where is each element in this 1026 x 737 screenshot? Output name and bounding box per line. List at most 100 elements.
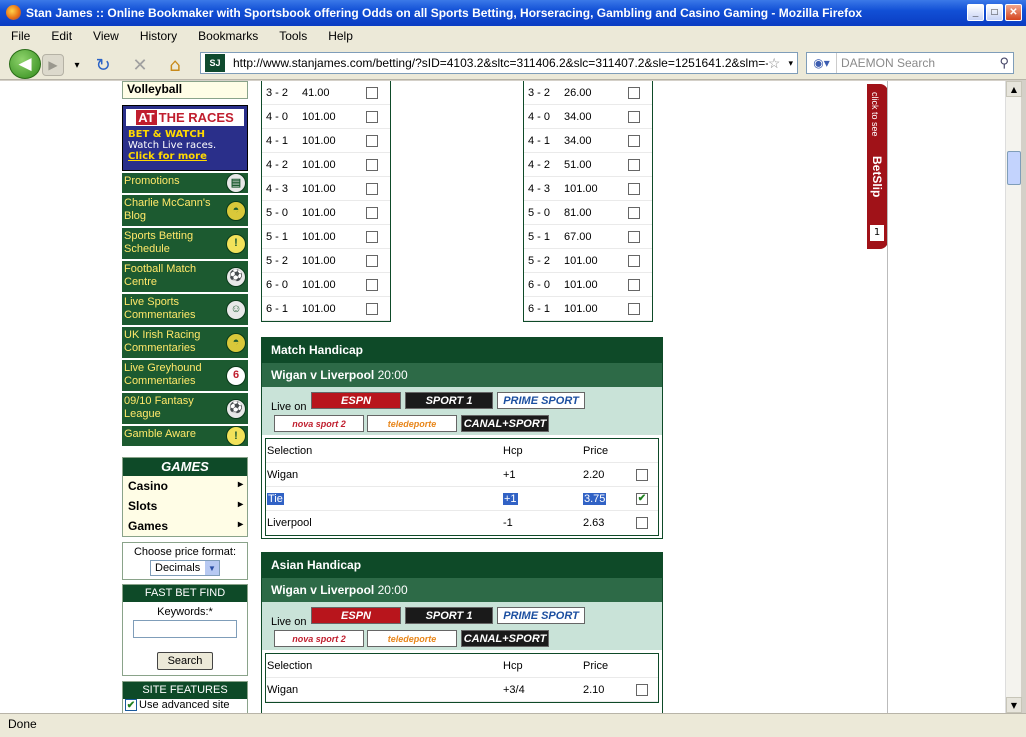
sport1-logo: SPORT 1: [405, 607, 493, 624]
sidebar-item-racing-commentaries[interactable]: UK Irish Racing Commentaries ◓: [122, 327, 248, 360]
url-bar[interactable]: SJ http://www.stanjames.com/betting/?sID…: [200, 52, 798, 74]
table-row: Wigan +3/4 2.10: [266, 678, 658, 702]
bet-checkbox[interactable]: [628, 158, 640, 171]
menu-history[interactable]: History: [129, 29, 187, 43]
score-row: 6 - 1 101.00: [262, 297, 390, 321]
reload-icon[interactable]: ↻: [92, 54, 114, 76]
bet-checkbox[interactable]: [628, 278, 640, 291]
live-on-channels: Live on ESPN SPORT 1 PRIME SPORT nova sp…: [262, 387, 662, 435]
left-sidebar: Volleyball AT THE RACES BET & WATCH Watch…: [122, 81, 248, 713]
bet-checkbox[interactable]: [366, 278, 378, 291]
menu-view[interactable]: View: [82, 29, 129, 43]
chevron-down-icon[interactable]: ▼: [205, 561, 219, 575]
match-header[interactable]: Wigan v Liverpool 20:00: [262, 363, 662, 387]
bet-checkbox[interactable]: [366, 158, 378, 171]
bet-checkbox[interactable]: [636, 468, 648, 481]
betslip-label: BetSlip: [870, 156, 884, 198]
sidebar-item-blog[interactable]: Charlie McCann's Blog ◓: [122, 195, 248, 228]
home-icon[interactable]: ⌂: [164, 54, 186, 76]
bet-checkbox[interactable]: [636, 517, 648, 529]
games-item-casino[interactable]: Casino: [123, 476, 247, 496]
score-row: 5 - 2 101.00: [524, 249, 652, 273]
search-box[interactable]: ◉▾ DAEMON Search ⚲: [806, 52, 1014, 74]
price-format-select[interactable]: Decimals ▼: [150, 560, 220, 576]
games-item-games[interactable]: Games: [123, 516, 247, 536]
canal-sport-logo: CANAL+SPORT: [461, 415, 549, 432]
navigation-toolbar: ◀ ▶ ▾ ↻ ✕ ⌂ SJ http://www.stanjames.com/…: [0, 46, 1026, 80]
history-dropdown-icon[interactable]: ▾: [66, 54, 88, 76]
asian-handicap-section: Asian Handicap Wigan v Liverpool 20:00 L…: [261, 552, 663, 713]
sidebar-item-volleyball[interactable]: Volleyball: [122, 81, 248, 99]
bet-checkbox[interactable]: [628, 206, 640, 219]
jockey-cap-icon: ◓: [226, 332, 246, 353]
site-features: SITE FEATURES ✔ Use advanced site: [122, 681, 248, 713]
menu-bookmarks[interactable]: Bookmarks: [187, 29, 268, 43]
score-row: 4 - 2 101.00: [262, 153, 390, 177]
url-dropdown-icon[interactable]: ▾: [788, 58, 793, 69]
bet-checkbox[interactable]: [366, 230, 378, 243]
bookmark-star-icon[interactable]: ☆: [768, 55, 781, 72]
bet-checkbox[interactable]: [628, 254, 640, 267]
sidebar-item-live-commentaries[interactable]: Live Sports Commentaries ☺: [122, 294, 248, 327]
bet-checkbox[interactable]: [636, 683, 648, 696]
vertical-scrollbar[interactable]: ▲ ▼: [1005, 81, 1022, 713]
bet-checkbox[interactable]: [366, 134, 378, 147]
search-engine-icon[interactable]: ◉▾: [807, 53, 837, 73]
scroll-down-arrow[interactable]: ▼: [1006, 697, 1022, 713]
canal-sport-logo: CANAL+SPORT: [461, 630, 549, 647]
betslip-tab[interactable]: click to see BetSlip 1: [867, 84, 888, 249]
betslip-hint: click to see: [870, 92, 880, 137]
bet-checkbox[interactable]: [366, 86, 378, 99]
bet-checkbox[interactable]: [366, 206, 378, 219]
banner-link[interactable]: Click for more: [123, 151, 247, 162]
sidebar-item-fantasy-league[interactable]: 09/10 Fantasy League ⚽: [122, 393, 248, 426]
sidebar-item-match-centre[interactable]: Football Match Centre ⚽: [122, 261, 248, 294]
minimize-button[interactable]: _: [967, 4, 984, 21]
menu-file[interactable]: File: [0, 29, 40, 43]
window-titlebar: Stan James :: Online Bookmaker with Spor…: [0, 0, 1026, 26]
handicap-table: Selection Hcp Price Wigan +1 2.20 Tie +1…: [265, 438, 659, 536]
menu-edit[interactable]: Edit: [40, 29, 82, 43]
bet-checkbox[interactable]: [366, 254, 378, 267]
scroll-up-arrow[interactable]: ▲: [1006, 81, 1022, 97]
bet-checkbox[interactable]: [628, 134, 640, 147]
bet-checkbox-checked[interactable]: ✔: [636, 492, 648, 505]
bet-checkbox[interactable]: [628, 86, 640, 99]
table-header: Selection Hcp Price: [266, 654, 658, 678]
search-icon[interactable]: ⚲: [999, 55, 1009, 71]
nova-sport-logo: nova sport 2: [274, 630, 364, 647]
sidebar-item-gamble-aware[interactable]: Gamble Aware!: [122, 426, 248, 448]
games-menu: GAMES Casino Slots Games: [122, 457, 248, 537]
fast-bet-find: FAST BET FIND Keywords:* Search: [122, 584, 248, 676]
close-button[interactable]: ✕: [1005, 4, 1022, 21]
bet-checkbox[interactable]: [628, 110, 640, 123]
bet-checkbox[interactable]: [628, 230, 640, 243]
greyhound-icon: 6: [226, 365, 246, 386]
maximize-button[interactable]: □: [986, 4, 1003, 21]
score-column-left: 3 - 2 41.00 4 - 0 101.00 4 - 1 101.00 4 - 2…: [261, 81, 391, 322]
bet-checkbox[interactable]: [628, 182, 640, 195]
bet-checkbox[interactable]: [628, 302, 640, 315]
bet-checkbox[interactable]: [366, 302, 378, 315]
bet-checkbox[interactable]: [366, 182, 378, 195]
search-placeholder[interactable]: DAEMON Search: [837, 56, 999, 70]
menu-tools[interactable]: Tools: [268, 29, 317, 43]
menu-help[interactable]: Help: [317, 29, 363, 43]
url-text[interactable]: http://www.stanjames.com/betting/?sID=41…: [233, 56, 768, 70]
scroll-thumb[interactable]: [1007, 151, 1021, 185]
forward-button[interactable]: ▶: [42, 54, 64, 76]
keywords-input[interactable]: [133, 620, 237, 638]
score-column-right: 3 - 2 26.00 4 - 0 34.00 4 - 1 34.00 4 - 2 51…: [523, 81, 653, 322]
back-button[interactable]: ◀: [9, 49, 41, 79]
search-button[interactable]: Search: [157, 652, 213, 670]
at-the-races-banner[interactable]: AT THE RACES BET & WATCH Watch Live races…: [122, 105, 248, 171]
stop-icon[interactable]: ✕: [129, 54, 151, 76]
sidebar-item-schedule[interactable]: Sports Betting Schedule!: [122, 228, 248, 261]
match-header[interactable]: Wigan v Liverpool 20:00: [262, 578, 662, 602]
bet-checkbox[interactable]: [366, 110, 378, 123]
sidebar-item-greyhound-commentaries[interactable]: Live Greyhound Commentaries 6: [122, 360, 248, 393]
sidebar-item-promotions[interactable]: Promotions ▤: [122, 173, 248, 195]
games-item-slots[interactable]: Slots: [123, 496, 247, 516]
sidebar-menu: Promotions ▤ Charlie McCann's Blog ◓ Sport…: [122, 173, 248, 448]
advanced-site-checkbox[interactable]: ✔: [125, 699, 137, 711]
